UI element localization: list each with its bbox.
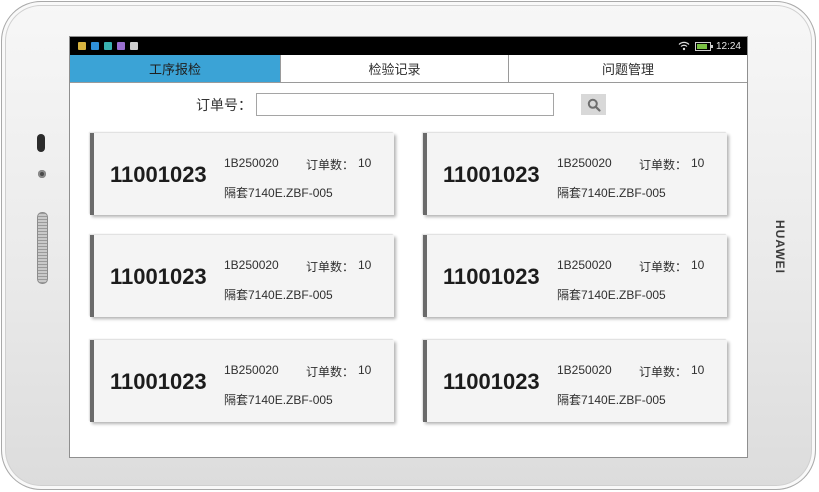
order-quantity-label: 订单数： [639, 260, 688, 274]
notification-app-icon [91, 42, 99, 50]
order-quantity: 10 [358, 363, 372, 377]
status-bar: 12:24 [70, 37, 747, 55]
batch-code: 1B250020 [224, 258, 279, 272]
order-card[interactable]: 11001023 1B250020 订单数： 10 隔套7140E.ZBF-00… [423, 340, 727, 422]
order-number: 11001023 [110, 162, 207, 187]
camera-lens [37, 134, 45, 152]
search-icon [587, 98, 601, 112]
part-name: 隔套7140E.ZBF-005 [224, 186, 333, 200]
order-card[interactable]: 11001023 1B250020 订单数： 10 隔套7140E.ZBF-00… [90, 133, 394, 215]
order-number: 11001023 [443, 264, 540, 289]
order-card[interactable]: 11001023 1B250020 订单数： 10 隔套7140E.ZBF-00… [90, 235, 394, 317]
order-card[interactable]: 11001023 1B250020 订单数： 10 隔套7140E.ZBF-00… [423, 235, 727, 317]
order-quantity: 10 [691, 363, 705, 377]
order-number: 11001023 [110, 369, 207, 394]
tab-process-inspection[interactable]: 工序报检 [70, 55, 281, 82]
search-button[interactable] [581, 94, 606, 115]
tab-bar: 工序报检 检验记录 问题管理 [70, 55, 747, 83]
order-quantity: 10 [358, 258, 372, 272]
part-name: 隔套7140E.ZBF-005 [557, 288, 666, 302]
batch-code: 1B250020 [224, 363, 279, 377]
order-quantity-label: 订单数： [306, 365, 355, 379]
tab-inspection-records[interactable]: 检验记录 [281, 55, 509, 82]
order-number-label: 订单号： [196, 97, 252, 113]
battery-level-fill [696, 43, 707, 49]
wifi-icon [678, 41, 690, 51]
order-number-input[interactable] [256, 93, 554, 116]
order-number: 11001023 [443, 369, 540, 394]
status-time: 12:24 [715, 40, 741, 52]
notification-app-icon [78, 42, 86, 50]
part-name: 隔套7140E.ZBF-005 [557, 393, 666, 407]
batch-code: 1B250020 [557, 258, 612, 272]
batch-code: 1B250020 [224, 156, 279, 170]
order-number: 11001023 [443, 162, 540, 187]
tab-label: 问题管理 [601, 62, 654, 77]
brand-logo: HUAWEI [773, 220, 787, 274]
tab-issue-management[interactable]: 问题管理 [509, 55, 747, 82]
part-name: 隔套7140E.ZBF-005 [224, 393, 333, 407]
part-name: 隔套7140E.ZBF-005 [557, 186, 666, 200]
part-name: 隔套7140E.ZBF-005 [224, 288, 333, 302]
batch-code: 1B250020 [557, 156, 612, 170]
order-card[interactable]: 11001023 1B250020 订单数： 10 隔套7140E.ZBF-00… [90, 340, 394, 422]
order-quantity-label: 订单数： [639, 158, 688, 172]
notification-app-icon [117, 42, 125, 50]
order-quantity-label: 订单数： [639, 365, 688, 379]
order-card[interactable]: 11001023 1B250020 订单数： 10 隔套7140E.ZBF-00… [423, 133, 727, 215]
order-quantity-label: 订单数： [306, 260, 355, 274]
batch-code: 1B250020 [557, 363, 612, 377]
tab-label: 工序报检 [148, 62, 201, 77]
status-indicators: 12:24 [678, 39, 741, 53]
order-quantity-label: 订单数： [306, 158, 355, 172]
order-quantity: 10 [691, 156, 705, 170]
order-number: 11001023 [110, 264, 207, 289]
app-screen: 12:24 工序报检 检验记录 问题管理 订单号： 11001023 1B250… [69, 36, 748, 458]
battery-icon [694, 41, 713, 51]
speaker-grille [37, 212, 48, 284]
order-quantity: 10 [691, 258, 705, 272]
order-quantity: 10 [358, 156, 372, 170]
tab-label: 检验记录 [368, 62, 421, 77]
notification-app-icon [104, 42, 112, 50]
front-camera [38, 170, 46, 178]
notification-app-icon [130, 42, 138, 50]
